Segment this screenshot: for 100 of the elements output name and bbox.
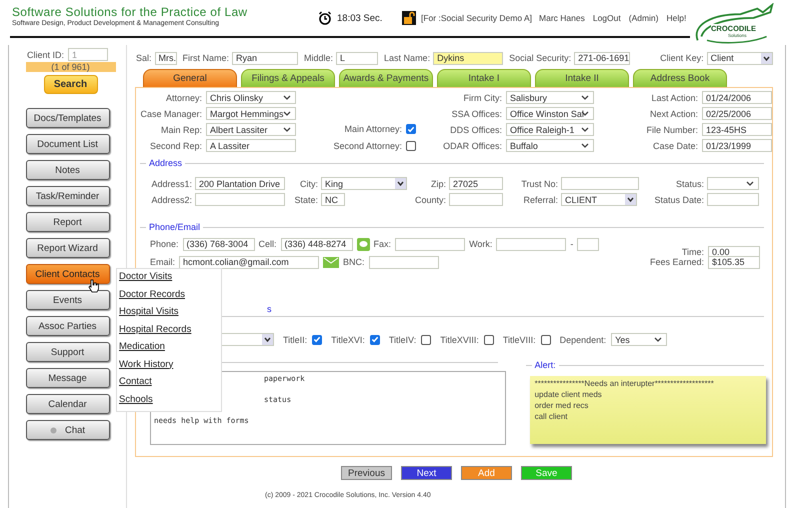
field-label: DDS Offices: bbox=[449, 124, 502, 134]
text-field[interactable]: 271-06-1691 bbox=[574, 52, 630, 64]
section-heading: s bbox=[267, 304, 272, 314]
nav-button[interactable]: Events bbox=[26, 290, 110, 310]
nav-button[interactable]: Docs/Templates bbox=[26, 108, 110, 128]
text-field[interactable]: (336) 448-8274 bbox=[280, 238, 353, 250]
tab[interactable]: Intake I bbox=[437, 69, 531, 87]
field-label: Cell: bbox=[258, 239, 277, 249]
field-label: Next Action: bbox=[648, 108, 698, 118]
tab[interactable]: Address Book bbox=[633, 69, 727, 87]
nav-button[interactable]: Assoc Parties bbox=[26, 316, 110, 336]
tab[interactable]: Filings & Appeals bbox=[241, 69, 335, 87]
nav-button[interactable]: Document List bbox=[26, 134, 110, 154]
field-label: Last Name: bbox=[384, 53, 430, 63]
nav-button[interactable]: Client Contacts bbox=[26, 264, 110, 284]
select-field[interactable]: Buffalo bbox=[506, 139, 594, 152]
header-link[interactable]: LogOut bbox=[592, 12, 621, 24]
text-field[interactable]: $105.35 bbox=[708, 256, 760, 268]
text-field[interactable]: 01/23/1999 bbox=[702, 139, 772, 152]
nav-button[interactable]: Support bbox=[26, 342, 110, 362]
field-label: Dependent: bbox=[560, 334, 606, 344]
city-select[interactable]: King bbox=[321, 177, 407, 190]
field-label: Phone: bbox=[150, 239, 179, 249]
field-label: State: bbox=[293, 194, 318, 204]
field-label: Time: bbox=[682, 247, 704, 257]
menu-item[interactable]: Hospital Visits bbox=[119, 306, 219, 320]
email-field[interactable]: hcmont.colian@gmail.com bbox=[179, 256, 320, 268]
select-field[interactable]: Office Raleigh-1 bbox=[506, 123, 594, 136]
field-label: Fees Earned: bbox=[650, 257, 704, 267]
field-label: Email: bbox=[150, 257, 176, 267]
field-label: Fax: bbox=[374, 239, 392, 249]
menu-item[interactable]: Medication bbox=[119, 341, 219, 354]
nav-button[interactable]: Chat bbox=[26, 420, 110, 440]
text-field[interactable]: 27025 bbox=[449, 177, 503, 190]
session-timer: 18:03 Sec. bbox=[337, 12, 384, 24]
field-label: Referral: bbox=[522, 194, 558, 204]
field-label: Address2: bbox=[150, 194, 192, 204]
app-title: Software Solutions for the Practice of Law bbox=[12, 5, 248, 19]
header-link[interactable]: Help! bbox=[666, 12, 686, 24]
referral-select[interactable]: CLIENT bbox=[561, 193, 637, 206]
header-link[interactable]: (Admin) bbox=[628, 12, 658, 24]
section-heading: Phone/Email bbox=[149, 222, 200, 232]
field-label: Zip: bbox=[430, 178, 446, 188]
text-field[interactable]: 123-45HS bbox=[702, 123, 772, 136]
tab[interactable]: Awards & Payments bbox=[339, 69, 433, 87]
select-field[interactable]: Albert Lassiter bbox=[206, 123, 296, 136]
field-label: Sal: bbox=[136, 53, 152, 63]
select-field[interactable]: Salisbury bbox=[506, 91, 594, 104]
text-field[interactable]: (336) 768-3004 bbox=[182, 238, 255, 250]
field-label: Firm City: bbox=[462, 92, 502, 102]
tab[interactable]: Intake II bbox=[535, 69, 629, 87]
field-label: Main Rep: bbox=[160, 124, 202, 134]
text-field[interactable]: A Lassiter bbox=[206, 139, 296, 152]
text-field[interactable]: Ryan bbox=[232, 52, 298, 64]
menu-item[interactable]: Doctor Records bbox=[119, 288, 219, 302]
nav-button[interactable]: Calendar bbox=[26, 394, 110, 414]
menu-item[interactable]: Work History bbox=[119, 358, 219, 372]
menu-item[interactable]: Doctor Visits bbox=[119, 271, 219, 284]
field-label: City: bbox=[299, 178, 318, 188]
text-field[interactable]: 02/25/2006 bbox=[702, 107, 772, 120]
field-label: Second Rep: bbox=[148, 140, 202, 150]
field-label: Main Attorney: bbox=[344, 124, 402, 134]
menu-item[interactable]: Hospital Records bbox=[119, 324, 219, 337]
text-field[interactable]: Mrs. bbox=[154, 52, 177, 64]
field-label: Client Key: bbox=[660, 53, 704, 63]
field-label: ODAR Offices: bbox=[442, 140, 502, 150]
field-label: Attorney: bbox=[164, 92, 202, 102]
text-field[interactable]: Dykins bbox=[433, 52, 504, 64]
nav-button[interactable]: Task/Reminder bbox=[26, 186, 110, 206]
field-label: Case Date: bbox=[652, 140, 698, 150]
text-field[interactable]: 200 Plantation Drive bbox=[195, 177, 285, 190]
select-field[interactable]: Margot Hemmings bbox=[206, 107, 296, 120]
action-button[interactable]: Previous bbox=[341, 466, 392, 480]
field-label: TitleVIII: bbox=[502, 334, 536, 344]
field-label: TitleIV: bbox=[388, 334, 416, 344]
search-button[interactable]: Search bbox=[44, 75, 98, 94]
client-id-label: Client ID: bbox=[26, 50, 64, 60]
field-label: Status: bbox=[674, 178, 704, 188]
field-label: Case Manager: bbox=[140, 108, 202, 118]
text-field[interactable]: L bbox=[336, 52, 378, 64]
field-label: Middle: bbox=[304, 53, 334, 63]
field-label: Second Attorney: bbox=[333, 141, 402, 151]
field-label: TitleII: bbox=[283, 334, 308, 344]
field-label: SSA Offices: bbox=[450, 108, 502, 118]
client-key-select[interactable]: Client bbox=[706, 52, 773, 64]
select-field[interactable]: Chris Olinsky bbox=[206, 91, 296, 104]
tab[interactable]: General bbox=[143, 69, 237, 87]
action-button[interactable]: Next bbox=[401, 466, 452, 480]
nav-button[interactable]: Notes bbox=[26, 160, 110, 180]
nav-button[interactable]: Report Wizard bbox=[26, 238, 110, 258]
select-field[interactable]: Yes bbox=[611, 333, 668, 346]
text-field[interactable]: NC bbox=[321, 193, 345, 206]
section-heading: Address bbox=[149, 158, 182, 168]
record-count: (1 of 961) bbox=[26, 62, 116, 72]
field-label: Last Action: bbox=[650, 92, 698, 102]
field-label: Status Date: bbox=[653, 194, 704, 204]
field-label: First Name: bbox=[182, 53, 230, 63]
nav-button[interactable]: Message bbox=[26, 368, 110, 388]
nav-button[interactable]: Report bbox=[26, 212, 110, 232]
text-field[interactable]: 01/24/2006 bbox=[702, 91, 772, 104]
